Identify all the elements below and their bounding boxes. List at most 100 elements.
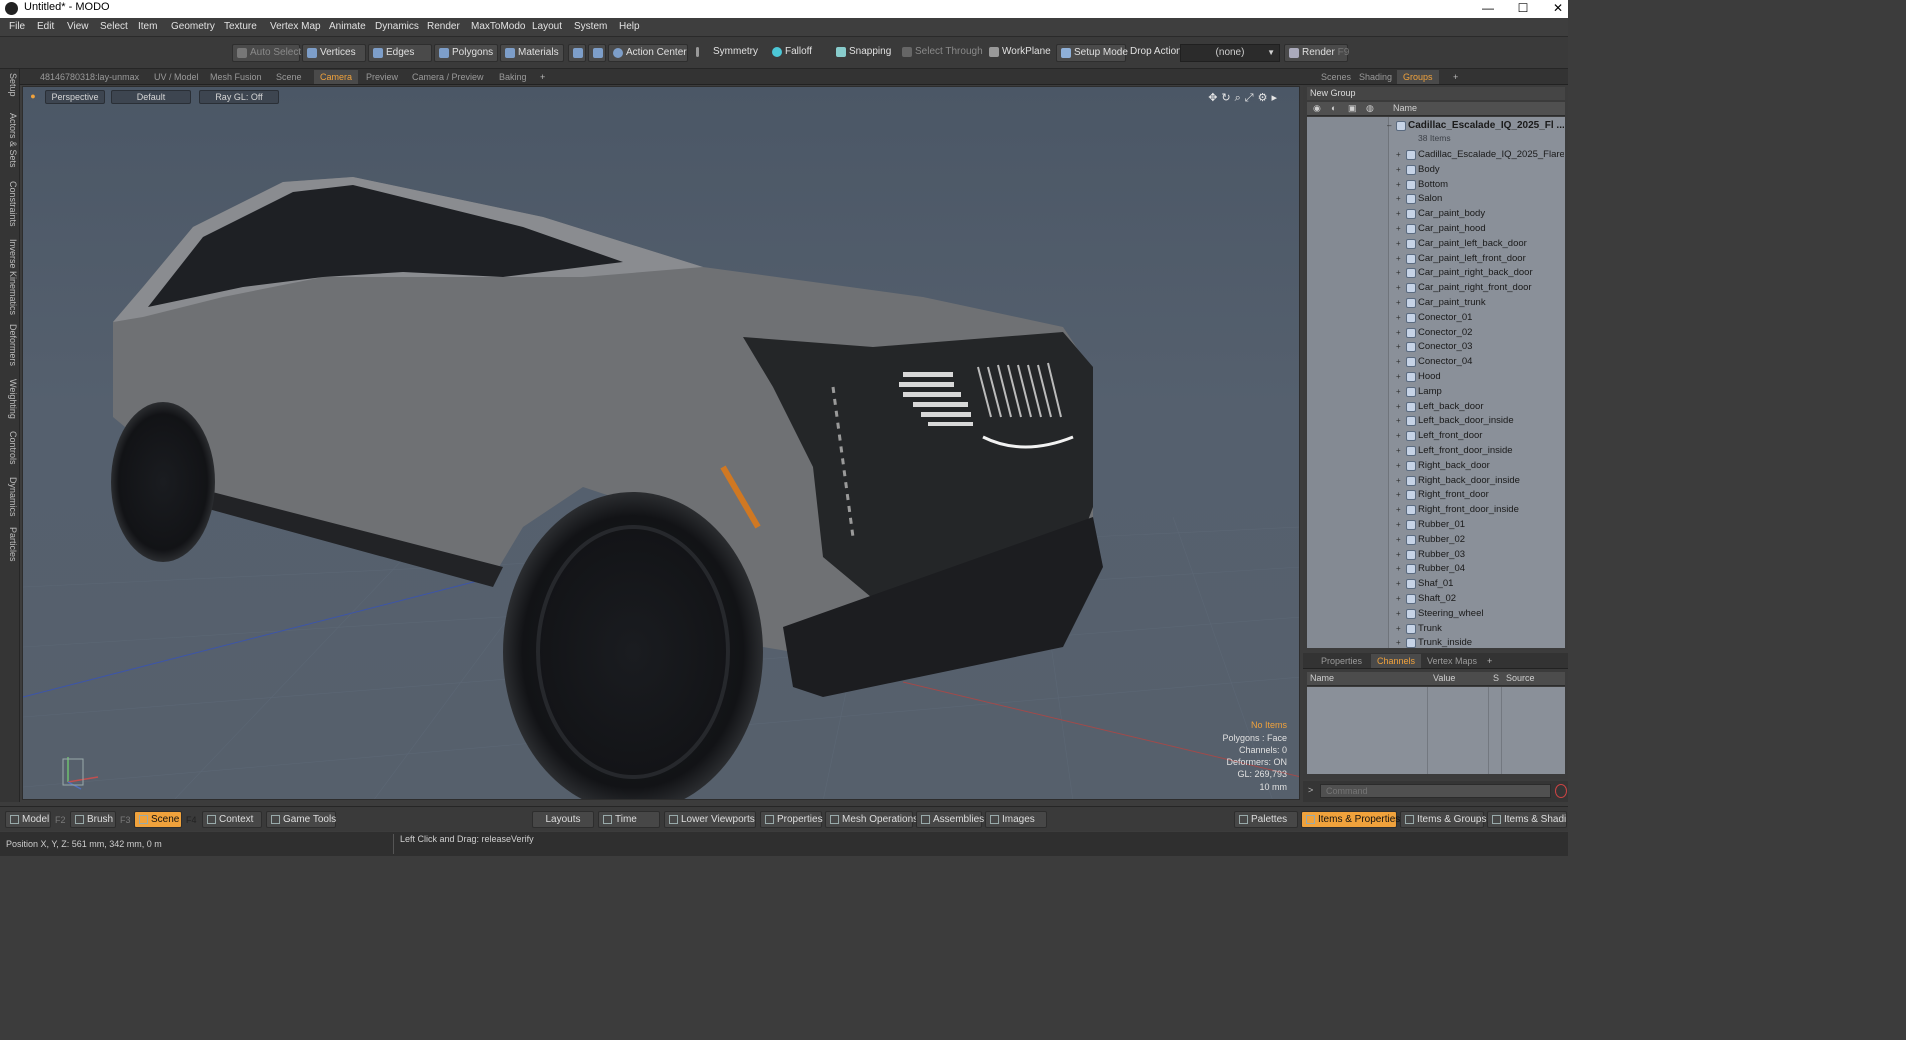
tab-actors-sets[interactable]: Actors & Sets [2, 113, 18, 168]
symmetry-button[interactable]: Symmetry [692, 44, 762, 62]
viewport-nav-icons[interactable]: ✥↻⌕⤢⚙▸ [1208, 91, 1281, 105]
shading-style-dropdown[interactable]: Default [111, 90, 191, 104]
snapping-button[interactable]: Snapping [832, 44, 894, 62]
tab-setup[interactable]: Setup [2, 73, 18, 97]
add-channel-tab-button[interactable]: + [1481, 654, 1498, 668]
expand-arrow-icon[interactable]: + [1396, 298, 1401, 307]
tab-lay-unmax[interactable]: 48146780318:lay-unmax [34, 70, 145, 84]
tab-scenes[interactable]: Scenes [1315, 70, 1357, 84]
group-item-row[interactable]: + Conector_01 [1307, 311, 1565, 326]
menu-system[interactable]: System [574, 21, 607, 32]
items-shading-button[interactable]: Items & Shading [1487, 811, 1567, 828]
falloff-button[interactable]: Falloff [768, 44, 828, 62]
menu-layout[interactable]: Layout [532, 21, 562, 32]
expand-arrow-icon[interactable]: + [1396, 342, 1401, 351]
tab-vertex-maps[interactable]: Vertex Maps [1421, 654, 1483, 668]
collapse-arrow-icon[interactable]: – [1387, 121, 1391, 130]
group-item-row[interactable]: + Left_front_door [1307, 429, 1565, 444]
maximize-button[interactable]: ☐ [1505, 0, 1541, 18]
tab-groups[interactable]: Groups [1397, 70, 1439, 84]
menu-texture[interactable]: Texture [224, 21, 257, 32]
group-item-row[interactable]: + Cadillac_Escalade_IQ_2025_Flare... [1307, 148, 1565, 163]
record-icon[interactable] [1555, 784, 1567, 798]
menu-help[interactable]: Help [619, 21, 640, 32]
expand-arrow-icon[interactable]: + [1396, 402, 1401, 411]
expand-arrow-icon[interactable]: + [1396, 490, 1401, 499]
group-item-row[interactable]: + Left_back_door [1307, 400, 1565, 415]
auto-select-button[interactable]: Auto Select [232, 44, 301, 62]
add-panel-tab-button[interactable]: + [1447, 70, 1464, 84]
setup-mode-button[interactable]: Setup Mode [1056, 44, 1128, 62]
tab-preview[interactable]: Preview [360, 70, 404, 84]
expand-arrow-icon[interactable]: + [1396, 194, 1401, 203]
group-item-row[interactable]: + Conector_02 [1307, 326, 1565, 341]
tab-dynamics[interactable]: Dynamics [2, 477, 18, 517]
add-tab-button[interactable]: + [534, 70, 551, 84]
tab-constraints[interactable]: Constraints [2, 181, 18, 227]
raygl-toggle[interactable]: Ray GL: Off [199, 90, 279, 104]
edges-button[interactable]: Edges [368, 44, 432, 62]
menu-file[interactable]: File [9, 21, 25, 32]
menu-dynamics[interactable]: Dynamics [375, 21, 419, 32]
brush-layout-button[interactable]: Brush [70, 811, 116, 828]
materials-button[interactable]: Materials [500, 44, 564, 62]
group-item-row[interactable]: + Car_paint_left_back_door [1307, 237, 1565, 252]
menu-select[interactable]: Select [100, 21, 128, 32]
name-column-header[interactable]: Name [1393, 103, 1417, 113]
expand-arrow-icon[interactable]: + [1396, 609, 1401, 618]
expand-arrow-icon[interactable]: + [1396, 328, 1401, 337]
group-item-row[interactable]: + Body [1307, 163, 1565, 178]
tab-uv-model[interactable]: UV / Model [148, 70, 205, 84]
expand-arrow-icon[interactable]: + [1396, 638, 1401, 647]
tab-inverse-kinematics[interactable]: Inverse Kinematics [2, 239, 18, 315]
expand-arrow-icon[interactable]: + [1396, 387, 1401, 396]
new-group-button[interactable]: New Group [1307, 87, 1565, 100]
polygons-button[interactable]: Polygons [434, 44, 498, 62]
select-filter-button[interactable] [568, 44, 586, 62]
expand-arrow-icon[interactable]: + [1396, 535, 1401, 544]
items-groups-button[interactable]: Items & Groups [1400, 811, 1486, 828]
expand-arrow-icon[interactable]: + [1396, 254, 1401, 263]
expand-arrow-icon[interactable]: + [1396, 431, 1401, 440]
expand-arrow-icon[interactable]: + [1396, 313, 1401, 322]
group-item-row[interactable]: + Right_front_door_inside [1307, 503, 1565, 518]
menu-vertex-map[interactable]: Vertex Map [270, 21, 321, 32]
expand-arrow-icon[interactable]: + [1396, 505, 1401, 514]
expand-arrow-icon[interactable]: + [1396, 579, 1401, 588]
group-item-row[interactable]: + Salon [1307, 192, 1565, 207]
channels-list[interactable] [1307, 687, 1565, 774]
channel-source-header[interactable]: Source [1506, 673, 1535, 683]
tab-particles[interactable]: Particles [2, 527, 18, 562]
scene-layout-button[interactable]: Scene [134, 811, 182, 828]
channel-name-header[interactable]: Name [1310, 673, 1334, 683]
time-button[interactable]: Time [598, 811, 660, 828]
tab-mesh-fusion[interactable]: Mesh Fusion [204, 70, 268, 84]
expand-arrow-icon[interactable]: + [1396, 446, 1401, 455]
group-item-row[interactable]: + Shaft_02 [1307, 592, 1565, 607]
group-item-row[interactable]: + Conector_04 [1307, 355, 1565, 370]
menu-edit[interactable]: Edit [37, 21, 54, 32]
select-mode-button[interactable] [588, 44, 606, 62]
properties-button[interactable]: Properties [760, 811, 823, 828]
group-item-row[interactable]: + Rubber_02 [1307, 533, 1565, 548]
items-properties-button[interactable]: Items & Properties [1301, 811, 1400, 828]
group-item-row[interactable]: + Right_back_door [1307, 459, 1565, 474]
tab-camera[interactable]: Camera [314, 70, 359, 84]
expand-arrow-icon[interactable]: + [1396, 520, 1401, 529]
expand-arrow-icon[interactable]: + [1396, 416, 1401, 425]
group-item-row[interactable]: + Bottom [1307, 178, 1565, 193]
workplane-button[interactable]: WorkPlane [985, 44, 1051, 62]
view-type-dropdown[interactable]: Perspective [45, 90, 105, 104]
group-item-row[interactable]: + Rubber_03 [1307, 548, 1565, 563]
viewport-options-icon[interactable]: ● [29, 90, 37, 104]
action-center-button[interactable]: Action Center [608, 44, 688, 62]
expand-arrow-icon[interactable]: + [1396, 624, 1401, 633]
group-item-row[interactable]: + Car_paint_right_front_door [1307, 281, 1565, 296]
expand-arrow-icon[interactable]: + [1396, 283, 1401, 292]
group-item-row[interactable]: + Steering_wheel [1307, 607, 1565, 622]
tab-baking[interactable]: Baking [493, 70, 533, 84]
vertices-button[interactable]: Vertices [302, 44, 366, 62]
expand-arrow-icon[interactable]: + [1396, 224, 1401, 233]
layouts-button[interactable]: Layouts [532, 811, 594, 828]
group-item-row[interactable]: + Lamp [1307, 385, 1565, 400]
